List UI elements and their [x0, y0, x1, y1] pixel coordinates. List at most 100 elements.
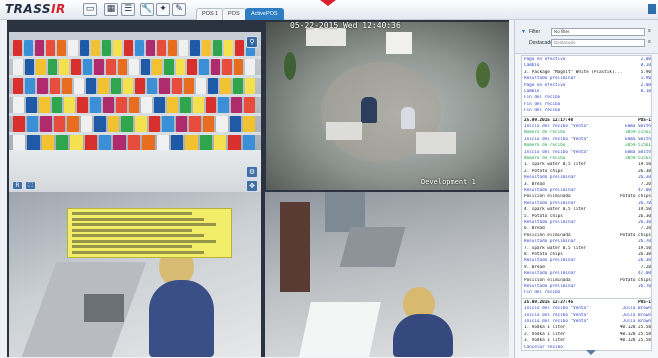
receipt-line-value: 3859-51561 — [625, 156, 651, 161]
product — [71, 59, 81, 75]
source-settings-icon[interactable]: ≡ — [648, 39, 651, 45]
receipt-header[interactable]: 25.09.2015 12:27:45 POS-1 — [524, 300, 651, 306]
receipt-line[interactable]: Resultado preliminar 26.70 — [524, 239, 651, 245]
receipt-line[interactable]: Resultado preliminar 1.90 — [524, 76, 651, 82]
receipt-line[interactable]: 2. Potato chips 26.30 — [524, 169, 651, 175]
receipt-line[interactable]: Inicio del recibo "Venta" Emma Smith — [524, 124, 651, 130]
receipt-line[interactable]: Número de recibo 3859-51561 — [524, 156, 651, 162]
pos-overlay-line — [72, 239, 216, 243]
receipt-line-value: 26.70 — [638, 284, 651, 289]
receipt-line[interactable]: 7. spark water 0,5 liter 19.50 — [524, 246, 651, 252]
product — [101, 40, 111, 56]
receipt-line[interactable]: Posición eliminada Potato chips — [524, 278, 651, 284]
receipt-line[interactable]: Cambio 0.10 — [524, 63, 651, 69]
receipt-line[interactable]: Posición eliminada Potato chips — [524, 233, 651, 239]
receipt-line[interactable]: Inicio del recibo "Venta" Emma Smith — [524, 137, 651, 143]
receipt-line[interactable]: Resultado preliminar 26.70 — [524, 284, 651, 290]
wrench-icon[interactable]: 🔧 — [140, 3, 154, 16]
product — [242, 135, 255, 151]
receipt-line[interactable]: Inicio del recibo "Venta" Julia Brown — [524, 319, 651, 325]
camera-view-checkout-2[interactable] — [265, 192, 509, 357]
receipt-feed[interactable]: Pago en efectivo 2.00 Cambio 0.10 3. Package… — [521, 55, 652, 351]
receipt-line[interactable]: Pago en efectivo 2.00 — [524, 83, 651, 89]
puzzle-icon[interactable]: ✦ — [156, 3, 170, 16]
receipt-line[interactable]: Inicio del recibo "Venta" Julia Brown — [524, 306, 651, 312]
ptz-icon[interactable]: ✥ — [246, 180, 258, 192]
receipt-line-text: Inicio del recibo "Venta" — [524, 319, 589, 324]
receipt-line[interactable]: Resultado preliminar 26.70 — [524, 201, 651, 207]
receipt-line-value: 7.20 — [640, 264, 651, 270]
receipt-line-text: Cancelar recibo — [524, 344, 563, 350]
product — [175, 59, 186, 75]
scroll-down-icon[interactable] — [586, 350, 596, 355]
receipt-line-value: 19.50 — [638, 245, 651, 251]
receipt-line[interactable]: Resultado preliminar 47.00 — [524, 188, 651, 194]
receipt-line[interactable]: Inicio del recibo "Venta" Julia Brown — [524, 313, 651, 319]
receipt-line[interactable]: Cambio 0.10 — [524, 89, 651, 95]
fullscreen-icon[interactable]: ⛶ — [25, 181, 36, 190]
product — [27, 135, 40, 151]
receipt-line-text: 8. Potato chips — [524, 252, 563, 257]
receipt-line[interactable]: 8. Potato chips 26.30 — [524, 252, 651, 258]
source-select[interactable]: Destacado — [551, 39, 645, 47]
receipt-line[interactable]: 2. Vodka 1 liter ¥0.128 25.58 — [524, 332, 651, 338]
receipt-line[interactable]: Posición eliminada Potato chips — [524, 194, 651, 200]
monitor-icon[interactable]: ▭ — [83, 3, 97, 16]
product — [212, 40, 222, 56]
receipt-line[interactable]: Número de recibo 3859-51561 — [524, 130, 651, 136]
receipt-line[interactable]: Resultado preliminar 26.30 — [524, 175, 651, 181]
product — [232, 78, 243, 94]
product — [107, 116, 120, 132]
receipt-line[interactable]: 5. Potato chips 26.30 — [524, 214, 651, 220]
receipt-line[interactable]: Fin del recibo — [524, 95, 651, 101]
receipt-line-value: 26.30 — [638, 213, 651, 219]
tab-activepos[interactable]: ActivePOS — [245, 8, 284, 20]
receipt-line[interactable]: 3. Package "Magnit" White (Plastik)... 5.… — [524, 70, 651, 76]
list-icon[interactable]: ☰ — [121, 3, 135, 16]
tab-pos1[interactable]: POS 1 — [196, 8, 225, 20]
receipt-line[interactable]: Pago en efectivo 2.00 — [524, 57, 651, 63]
receipt-line[interactable]: 3. Bread 7.20 — [524, 182, 651, 188]
receipt-line[interactable]: Número de recibo 3859-51561 — [524, 143, 651, 149]
receipt-line[interactable]: Fin del recibo — [524, 290, 651, 296]
receipt-line[interactable]: 1. spark water 0,5 liter 19.50 — [524, 162, 651, 168]
filter-select[interactable]: No filter — [551, 28, 645, 36]
window-control-icon[interactable] — [648, 4, 656, 14]
record-icon[interactable]: R — [12, 181, 23, 190]
receipt-line[interactable]: 6. Bread 7.20 — [524, 226, 651, 232]
product — [157, 40, 167, 56]
zoom-icon[interactable]: ⚲ — [246, 36, 258, 48]
receipt-line[interactable]: 1. Vodka 1 liter ¥0.128 25.58 — [524, 325, 651, 331]
receipt-line[interactable]: Resultado preliminar 47.00 — [524, 271, 651, 277]
product — [223, 40, 233, 56]
drop-down-handle-icon[interactable] — [320, 0, 336, 6]
receipt-line[interactable]: 3. Vodka 1 liter ¥0.128 25.58 — [524, 338, 651, 344]
product — [13, 135, 26, 151]
source-label: Destacado — [529, 40, 553, 46]
product — [135, 78, 146, 94]
receipt-line[interactable]: Resultado preliminar 26.30 — [524, 258, 651, 264]
camera-settings-icon[interactable]: ⚙ — [246, 166, 258, 178]
product — [171, 78, 182, 94]
tab-pos[interactable]: POS — [222, 8, 246, 20]
receipt-line[interactable]: Inicio del recibo "Venta" Emma Smith — [524, 150, 651, 156]
product — [244, 97, 255, 113]
receipt-line[interactable]: Resultado preliminar 26.30 — [524, 220, 651, 226]
receipt-line[interactable]: Fin del recibo — [524, 102, 651, 108]
grid-layout-icon[interactable]: ▦ — [104, 3, 118, 16]
receipt-line-text: Fin del recibo — [524, 290, 561, 296]
receipt-line[interactable]: Fin del recibo — [524, 108, 651, 114]
receipt-line[interactable]: 4. spark water 0,5 liter 19.50 — [524, 207, 651, 213]
receipt-line[interactable]: 9. Bread 7.20 — [524, 265, 651, 271]
filter-settings-icon[interactable]: ≡ — [648, 28, 651, 34]
product — [70, 135, 83, 151]
edit-icon[interactable]: ✎ — [172, 3, 186, 16]
camera-view-office[interactable]: 05-22-2015 Wed 12:40:36 Development 1 — [266, 22, 509, 190]
camera-view-shelves[interactable]: ⚲ ⚙ ✥ R ⛶ — [9, 32, 261, 192]
receipt-line-value: 7.20 — [640, 181, 651, 187]
receipt-header[interactable]: 25.09.2015 12:17:48 POS-1 — [524, 118, 651, 124]
receipt-line-value: 3859-51561 — [625, 143, 651, 149]
camera-view-checkout-1[interactable] — [9, 192, 261, 357]
product — [140, 59, 151, 75]
product — [68, 40, 78, 56]
